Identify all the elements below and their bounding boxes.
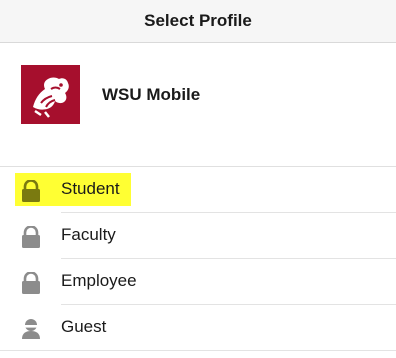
profile-label-guest: Guest bbox=[61, 317, 107, 336]
person-icon bbox=[19, 318, 43, 340]
profile-label-student: Student bbox=[61, 179, 120, 198]
lock-icon bbox=[19, 271, 43, 294]
profile-item-guest[interactable]: Guest bbox=[0, 305, 396, 351]
page-title: Select Profile bbox=[144, 11, 252, 30]
navigation-bar: Select Profile bbox=[0, 0, 396, 43]
lock-icon bbox=[19, 179, 43, 202]
lock-icon bbox=[19, 225, 43, 248]
profile-item-student[interactable]: Student bbox=[0, 167, 396, 213]
app-header: WSU Mobile bbox=[0, 43, 396, 167]
profile-list: Student Faculty Employee Guest bbox=[0, 167, 396, 351]
profile-label-faculty: Faculty bbox=[61, 225, 116, 244]
profile-label-employee: Employee bbox=[61, 271, 137, 290]
divider bbox=[0, 350, 396, 351]
profile-item-faculty[interactable]: Faculty bbox=[0, 213, 396, 259]
wsu-logo-icon bbox=[21, 65, 80, 124]
app-name: WSU Mobile bbox=[102, 85, 201, 104]
profile-item-employee[interactable]: Employee bbox=[0, 259, 396, 305]
